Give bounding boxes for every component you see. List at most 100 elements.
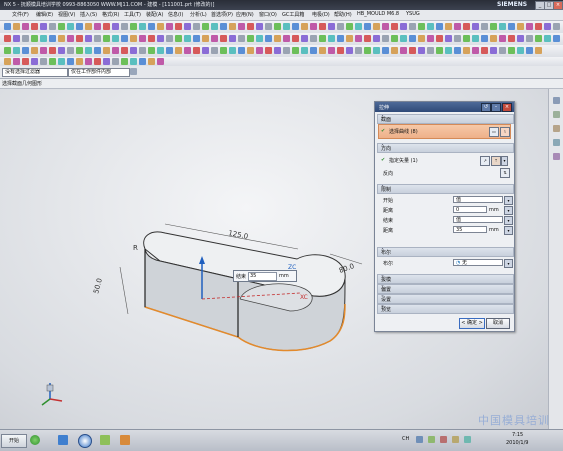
- language-indicator[interactable]: CH: [402, 436, 409, 442]
- chevron-down-icon[interactable]: ▾: [501, 156, 508, 166]
- toolbar-tool-icon[interactable]: [508, 47, 515, 54]
- close-button[interactable]: ×: [553, 1, 563, 10]
- toolbar-tool-icon[interactable]: [409, 23, 416, 30]
- end-option-select[interactable]: 值: [453, 216, 503, 223]
- vector-dialog-icon[interactable]: ↗: [480, 156, 490, 166]
- toolbar-tool-icon[interactable]: [283, 23, 290, 30]
- toolbar-tool-icon[interactable]: [463, 23, 470, 30]
- toolbar-tool-icon[interactable]: [22, 35, 29, 42]
- toolbar-tool-icon[interactable]: [274, 35, 281, 42]
- toolbar-tool-icon[interactable]: [31, 47, 38, 54]
- sketch-section-icon[interactable]: ▭: [489, 127, 499, 137]
- chevron-down-icon[interactable]: ▾: [504, 196, 513, 205]
- toolbar-tool-icon[interactable]: [148, 35, 155, 42]
- toolbar-tool-icon[interactable]: [157, 47, 164, 54]
- toolbar-tool-icon[interactable]: [481, 23, 488, 30]
- toolbar-tool-icon[interactable]: [337, 47, 344, 54]
- chevron-down-icon[interactable]: ▾: [504, 216, 513, 225]
- toolbar-tool-icon[interactable]: [490, 23, 497, 30]
- toolbar-tool-icon[interactable]: [202, 35, 209, 42]
- toolbar-tool-icon[interactable]: [202, 47, 209, 54]
- toolbar-tool-icon[interactable]: [103, 35, 110, 42]
- toolbar-tool-icon[interactable]: [40, 47, 47, 54]
- curve-select-icon[interactable]: ⌇: [500, 127, 510, 137]
- toolbar-tool-icon[interactable]: [49, 58, 56, 65]
- toolbar-tool-icon[interactable]: [85, 35, 92, 42]
- menu-assembly[interactable]: 装配(A): [146, 11, 163, 18]
- menu-file[interactable]: 文件(F): [12, 11, 29, 18]
- toolbar-tool-icon[interactable]: [481, 35, 488, 42]
- toolbar-tool-icon[interactable]: [418, 47, 425, 54]
- toolbar-tool-icon[interactable]: [364, 35, 371, 42]
- toolbar-tool-icon[interactable]: [85, 58, 92, 65]
- menu-insert[interactable]: 插入(S): [80, 11, 97, 18]
- tray-icon-3[interactable]: [440, 436, 447, 443]
- tray-icon-4[interactable]: [452, 436, 459, 443]
- toolbar-tool-icon[interactable]: [229, 35, 236, 42]
- toolbar-tool-icon[interactable]: [121, 35, 128, 42]
- start-distance-input[interactable]: 0: [453, 206, 487, 213]
- menu-preferences[interactable]: 首选项(P): [211, 11, 233, 18]
- toolbar-tool-icon[interactable]: [319, 23, 326, 30]
- toolbar-tool-icon[interactable]: [49, 35, 56, 42]
- snap-icon[interactable]: [130, 68, 137, 75]
- toolbar-tool-icon[interactable]: [121, 47, 128, 54]
- menu-edit[interactable]: 编辑(E): [36, 11, 53, 18]
- toolbar-tool-icon[interactable]: [490, 35, 497, 42]
- toolbar-tool-icon[interactable]: [130, 47, 137, 54]
- toolbar-tool-icon[interactable]: [112, 58, 119, 65]
- toolbar-tool-icon[interactable]: [238, 35, 245, 42]
- toolbar-tool-icon[interactable]: [517, 47, 524, 54]
- menu-tools[interactable]: 工具(T): [124, 11, 141, 18]
- toolbar-tool-icon[interactable]: [436, 47, 443, 54]
- toolbar-tool-icon[interactable]: [13, 47, 20, 54]
- toolbar-tool-icon[interactable]: [148, 23, 155, 30]
- toolbar-tool-icon[interactable]: [103, 58, 110, 65]
- toolbar-tool-icon[interactable]: [247, 23, 254, 30]
- toolbar-tool-icon[interactable]: [229, 47, 236, 54]
- toolbar-tool-icon[interactable]: [157, 58, 164, 65]
- toolbar-tool-icon[interactable]: [94, 47, 101, 54]
- toolbar-tool-icon[interactable]: [4, 58, 11, 65]
- toolbar-tool-icon[interactable]: [346, 35, 353, 42]
- toolbar-tool-icon[interactable]: [85, 23, 92, 30]
- roles-icon[interactable]: [553, 153, 560, 160]
- toolbar-tool-icon[interactable]: [517, 23, 524, 30]
- toolbar-tool-icon[interactable]: [490, 47, 497, 54]
- app-icon-5[interactable]: [120, 435, 130, 445]
- toolbar-tool-icon[interactable]: [211, 35, 218, 42]
- toolbar-tool-icon[interactable]: [301, 47, 308, 54]
- reverse-direction-icon[interactable]: ⇅: [500, 168, 510, 178]
- toolbar-tool-icon[interactable]: [265, 47, 272, 54]
- boolean-select[interactable]: ◔ 无: [453, 259, 503, 266]
- chevron-down-icon[interactable]: ▾: [504, 206, 513, 215]
- toolbar-tool-icon[interactable]: [481, 47, 488, 54]
- assembly-navigator-icon[interactable]: [553, 97, 560, 104]
- history-icon[interactable]: [553, 125, 560, 132]
- toolbar-tool-icon[interactable]: [346, 47, 353, 54]
- toolbar-tool-icon[interactable]: [328, 35, 335, 42]
- toolbar-tool-icon[interactable]: [409, 35, 416, 42]
- toolbar-tool-icon[interactable]: [526, 47, 533, 54]
- toolbar-tool-icon[interactable]: [121, 23, 128, 30]
- toolbar-tool-icon[interactable]: [391, 47, 398, 54]
- part-navigator-icon[interactable]: [553, 111, 560, 118]
- toolbar-tool-icon[interactable]: [157, 23, 164, 30]
- dialog-reset-button[interactable]: ↺: [481, 103, 491, 112]
- toolbar-tool-icon[interactable]: [292, 47, 299, 54]
- menu-window[interactable]: 窗口(O): [259, 11, 277, 18]
- toolbar-tool-icon[interactable]: [58, 23, 65, 30]
- toolbar-tool-icon[interactable]: [40, 58, 47, 65]
- toolbar-tool-icon[interactable]: [49, 23, 56, 30]
- vector-icon[interactable]: ⇡: [491, 156, 501, 166]
- toolbar-tool-icon[interactable]: [22, 58, 29, 65]
- web-browser-icon[interactable]: [553, 139, 560, 146]
- toolbar-tool-icon[interactable]: [436, 23, 443, 30]
- toolbar-tool-icon[interactable]: [49, 47, 56, 54]
- toolbar-tool-icon[interactable]: [148, 58, 155, 65]
- toolbar-tool-icon[interactable]: [427, 35, 434, 42]
- clock-time[interactable]: 7:15: [512, 432, 523, 438]
- toolbar-tool-icon[interactable]: [94, 23, 101, 30]
- toolbar-tool-icon[interactable]: [373, 47, 380, 54]
- menu-format[interactable]: 格式(R): [102, 11, 119, 18]
